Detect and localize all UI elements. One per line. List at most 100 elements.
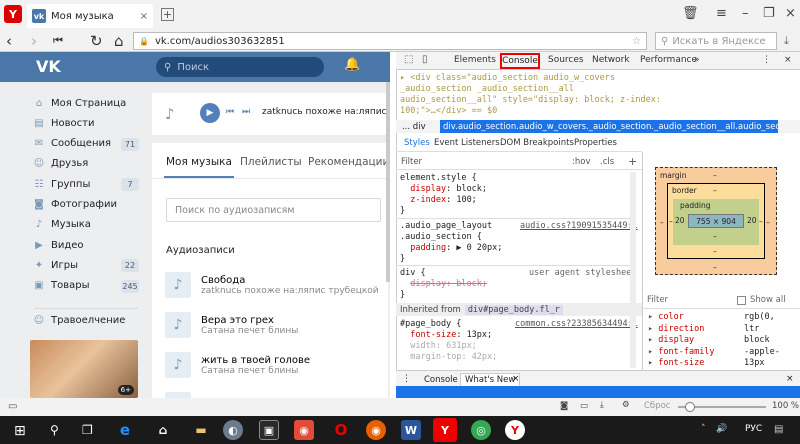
sidebar-item[interactable]: ☺ Друзья <box>34 154 140 174</box>
margin-top-value[interactable]: – <box>713 171 717 180</box>
tab-my-music[interactable]: Моя музыка <box>166 156 232 168</box>
margin-right-value[interactable]: – <box>766 218 770 227</box>
drawer-menu-icon[interactable]: ⋮ <box>402 374 411 384</box>
screenshot-icon[interactable]: ◙ <box>560 401 568 411</box>
browser-tab[interactable]: vk Моя музыка × <box>27 4 153 28</box>
track-cover-icon[interactable]: ♪ <box>165 272 191 298</box>
track-row[interactable]: ♪ жить в твоей голове Сатана печет блины <box>165 348 381 382</box>
close-drawer-tab-icon[interactable]: × <box>512 374 520 384</box>
yandex-icon[interactable]: Y <box>505 420 525 440</box>
inspect-icon[interactable]: ⬚ <box>404 54 413 65</box>
tab-playlists[interactable]: Плейлисты <box>240 156 302 168</box>
zoom-slider-handle[interactable] <box>685 402 695 412</box>
devtools-menu-icon[interactable]: ⋮ <box>762 55 771 65</box>
show-all-checkbox[interactable] <box>737 296 746 305</box>
bell-icon[interactable]: 🔔 <box>344 57 360 72</box>
tab-console[interactable]: Console <box>500 53 540 69</box>
cls-toggle[interactable]: .cls <box>600 157 614 167</box>
computed-row[interactable]: ▸ font-size 13px <box>648 357 798 369</box>
app-icon-2[interactable]: ▣ <box>259 420 279 440</box>
sidebar-item-extra[interactable]: ☺ Травоелчение <box>34 310 140 330</box>
css-value[interactable]: ▶ 0 20px; <box>456 243 502 253</box>
close-tab-icon[interactable]: × <box>140 11 148 22</box>
styles-scrollbar[interactable] <box>630 172 636 368</box>
subtab-event-listeners[interactable]: Event Listeners <box>434 138 500 148</box>
yandex-menu-button[interactable]: Y <box>4 5 22 23</box>
sidebar-item[interactable]: ▤ Новости <box>34 113 140 133</box>
window-icon[interactable]: ▭ <box>580 401 588 411</box>
computed-row[interactable]: ▸ direction ltr <box>648 323 798 335</box>
drawer-tab-console[interactable]: Console <box>424 375 458 385</box>
css-property[interactable]: display <box>410 184 446 194</box>
firefox-icon[interactable]: ◉ <box>366 420 386 440</box>
download-status-icon[interactable]: ⤓ <box>600 400 604 410</box>
home-icon[interactable]: ⌂ <box>114 32 124 50</box>
margin-left-value[interactable]: – <box>660 218 664 227</box>
breadcrumb-prefix[interactable]: ... div <box>402 122 426 132</box>
border-top-value[interactable]: – <box>713 186 717 195</box>
more-tabs-icon[interactable]: » <box>694 55 700 65</box>
subtab-dom-breakpoints[interactable]: DOM Breakpoints <box>500 138 574 148</box>
url-input[interactable]: 🔒 vk.com/audios303632851 ☆ <box>133 32 647 50</box>
inherited-target[interactable]: div#page_body.fl_r <box>464 304 563 315</box>
padding-left-value[interactable]: 20 <box>675 216 685 225</box>
back-icon[interactable]: ‹ <box>6 32 12 50</box>
sidebar-item[interactable]: ◙ Фотографии <box>34 195 140 215</box>
tab-network[interactable]: Network <box>592 55 630 65</box>
forward-icon[interactable]: › <box>31 32 37 50</box>
css-value[interactable]: 13px; <box>467 330 493 340</box>
chrome-icon[interactable]: ◎ <box>471 420 491 440</box>
device-icon[interactable]: ▯ <box>422 54 428 65</box>
hov-toggle[interactable]: :hov <box>572 157 590 167</box>
explorer-icon[interactable]: ▬ <box>191 420 211 440</box>
breadcrumb-selected[interactable]: div.audio_section.audio_w_covers._audio_… <box>440 120 778 133</box>
padding-right-value[interactable]: 20 <box>747 216 757 225</box>
ad-image[interactable]: 6+ <box>30 340 138 398</box>
speaker-icon[interactable]: 🔊 <box>716 424 727 434</box>
source-link[interactable]: common.css?23385634494:1 <box>515 319 638 329</box>
minimize-icon[interactable]: – <box>742 6 749 21</box>
reload-icon[interactable]: ↻ <box>90 32 103 50</box>
css-value[interactable]: block; <box>456 184 487 194</box>
yandex-browser-icon[interactable]: Y <box>433 418 457 442</box>
bookmark-icon[interactable]: ☆ <box>632 36 641 47</box>
next-track-icon[interactable]: ⏭ <box>242 107 250 117</box>
css-value[interactable]: 100; <box>456 195 476 205</box>
track-row[interactable]: ♪ Свобода zatknuсь похоже на:ляпис трубецк… <box>165 268 381 302</box>
subtab-properties[interactable]: Properties <box>574 138 617 148</box>
app-icon-3[interactable]: ◉ <box>294 420 314 440</box>
close-drawer-icon[interactable]: × <box>786 374 794 384</box>
subtab-styles[interactable]: Styles <box>404 138 430 148</box>
add-rule-button[interactable]: + <box>628 155 637 168</box>
rule-element-style[interactable]: element.style { display: block; z-index:… <box>400 173 487 217</box>
settings-icon[interactable]: ⚙ <box>622 400 630 410</box>
source-link[interactable]: audio.css?19091535449:1 <box>520 221 638 231</box>
tab-elements[interactable]: Elements <box>454 55 496 65</box>
tab-recommendations[interactable]: Рекомендации <box>308 156 389 168</box>
store-icon[interactable]: ⌂ <box>153 420 173 440</box>
track-cover-icon[interactable]: ♪ <box>165 312 191 338</box>
trash-icon[interactable]: 🗑 <box>682 6 699 21</box>
history-back-icon[interactable]: ⏮ <box>53 34 63 48</box>
vk-search-input[interactable]: ⚲ Поиск <box>156 57 324 77</box>
css-property[interactable]: padding <box>410 243 446 253</box>
margin-bottom-value[interactable]: – <box>713 263 717 272</box>
word-icon[interactable]: W <box>401 420 421 440</box>
menu-icon[interactable]: ≡ <box>716 6 727 21</box>
border-bottom-value[interactable]: – <box>713 247 717 256</box>
app-icon-1[interactable]: ◐ <box>223 420 243 440</box>
track-cover-icon[interactable]: ♪ <box>165 352 191 378</box>
sidebar-item[interactable]: ♪ Музыка <box>34 215 140 235</box>
tab-sources[interactable]: Sources <box>548 55 584 65</box>
notifications-icon[interactable]: ▤ <box>774 424 783 435</box>
language-indicator[interactable]: РУС <box>745 424 762 434</box>
yandex-search-input[interactable]: ⚲ Искать в Яндексе <box>655 32 777 50</box>
edge-icon[interactable]: e <box>115 420 135 440</box>
zoom-reset-label[interactable]: Сброс <box>644 401 670 411</box>
tray-arrow-icon[interactable]: ˄ <box>701 424 706 434</box>
close-devtools-icon[interactable]: × <box>784 55 792 65</box>
opera-icon[interactable]: O <box>331 420 351 440</box>
tab-performance[interactable]: Performance <box>640 55 697 65</box>
box-model-content[interactable]: 755 × 904 <box>688 214 744 228</box>
padding-bottom-value[interactable]: – <box>713 232 717 241</box>
